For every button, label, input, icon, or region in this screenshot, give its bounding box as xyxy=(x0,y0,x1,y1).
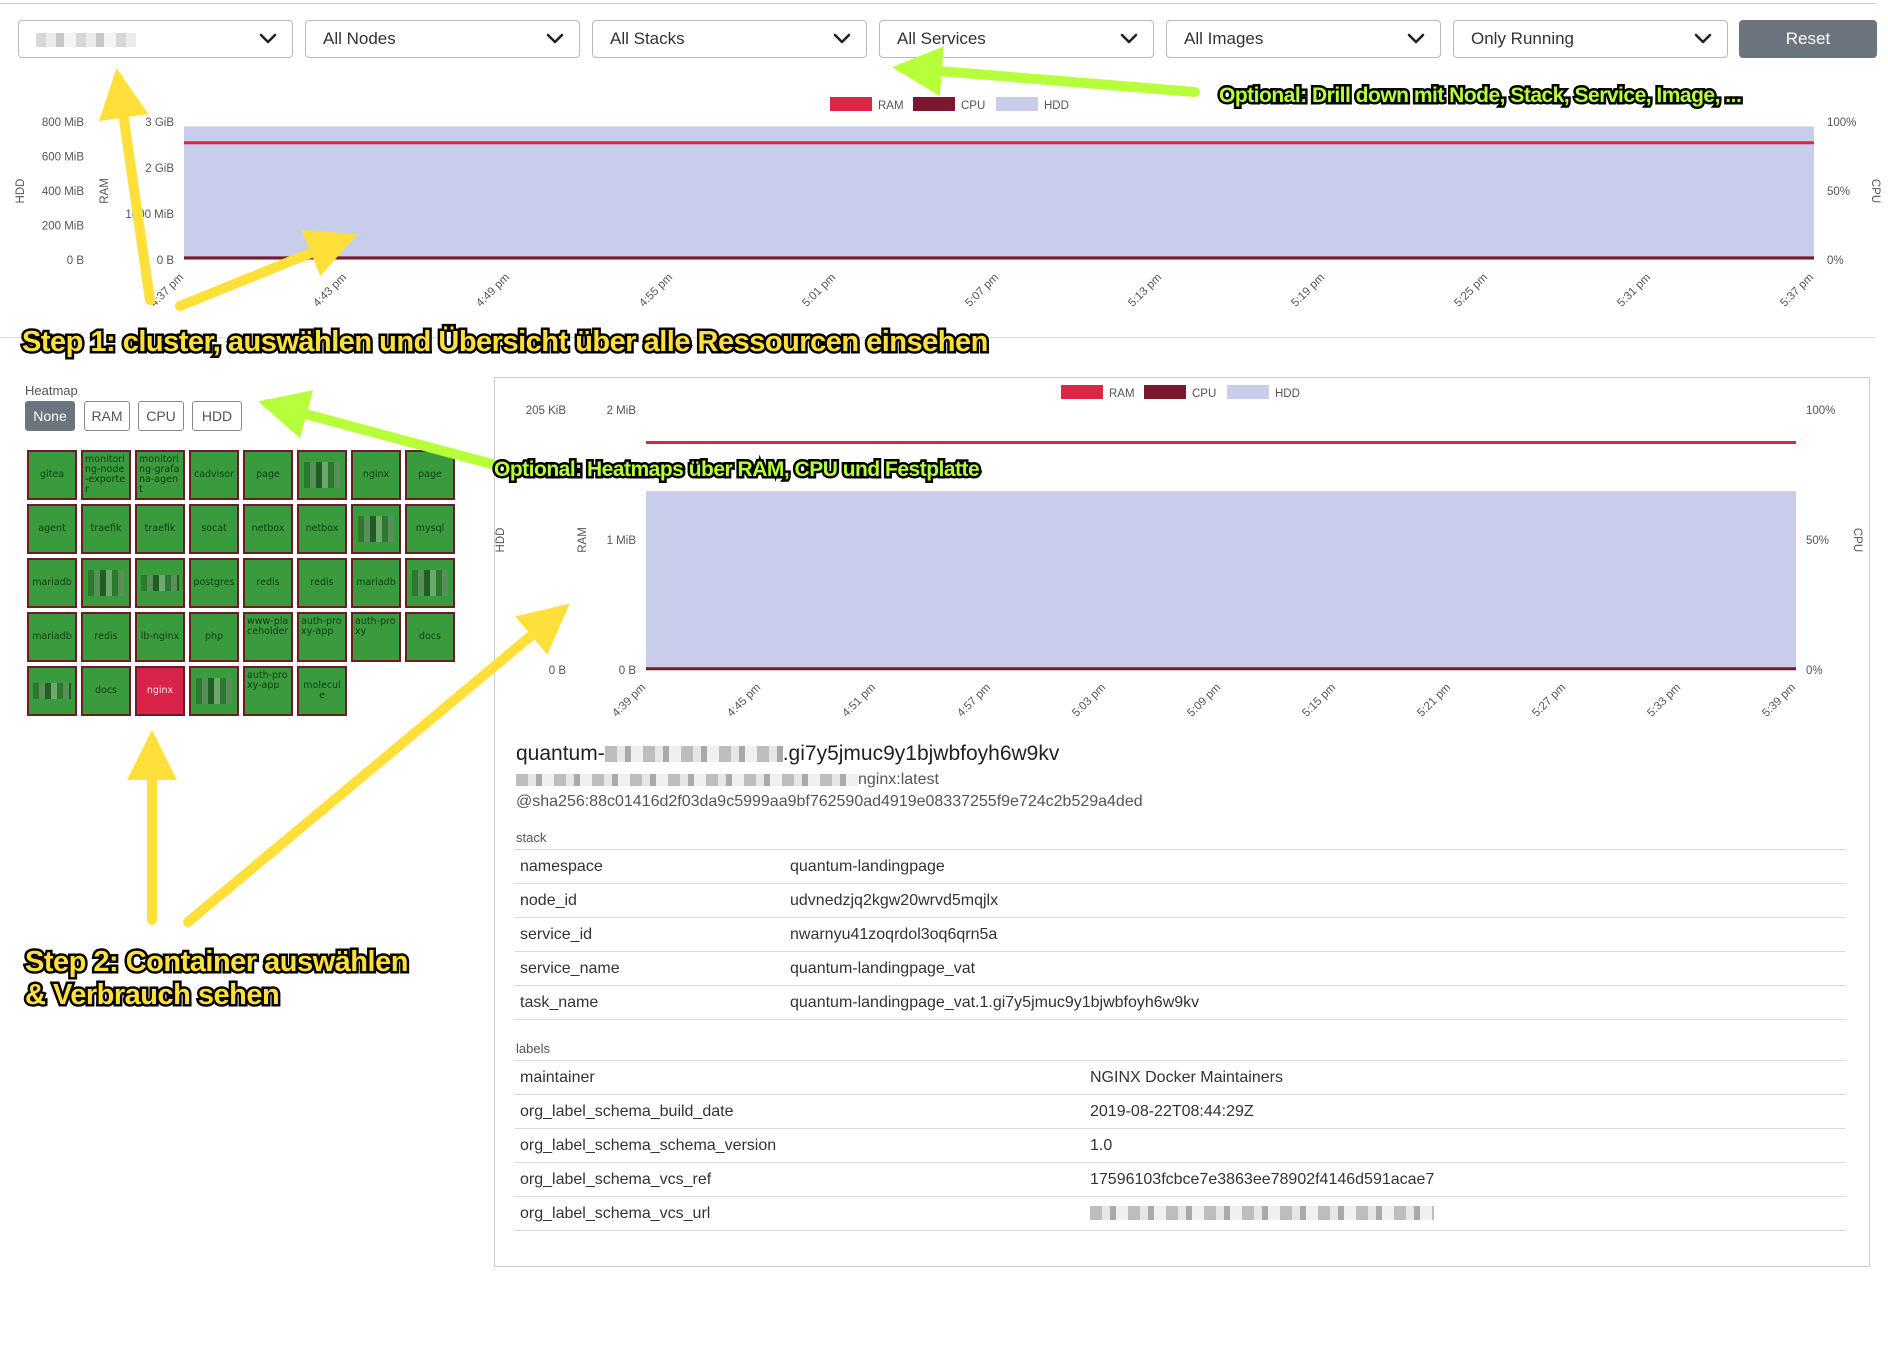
annotation-step1: Step 1: cluster, auswählen und Übersicht… xyxy=(20,324,991,361)
annotation-step2: Step 2: Container auswählen & Verbrauch … xyxy=(23,944,411,1014)
arrow-to-container-chart xyxy=(183,603,570,927)
annotation-drill-down: Optional: Drill down mit Node, Stack, Se… xyxy=(1216,82,1744,110)
annotation-heatmaps: Optional: Heatmaps über RAM, CPU und Fes… xyxy=(491,456,982,484)
arrow-to-filters xyxy=(892,46,1200,97)
arrow-to-overview-chart xyxy=(175,229,358,311)
arrow-to-heatmap-buttons xyxy=(258,390,497,469)
annotation-arrows xyxy=(98,46,1200,927)
arrow-to-cluster-select xyxy=(98,68,155,305)
